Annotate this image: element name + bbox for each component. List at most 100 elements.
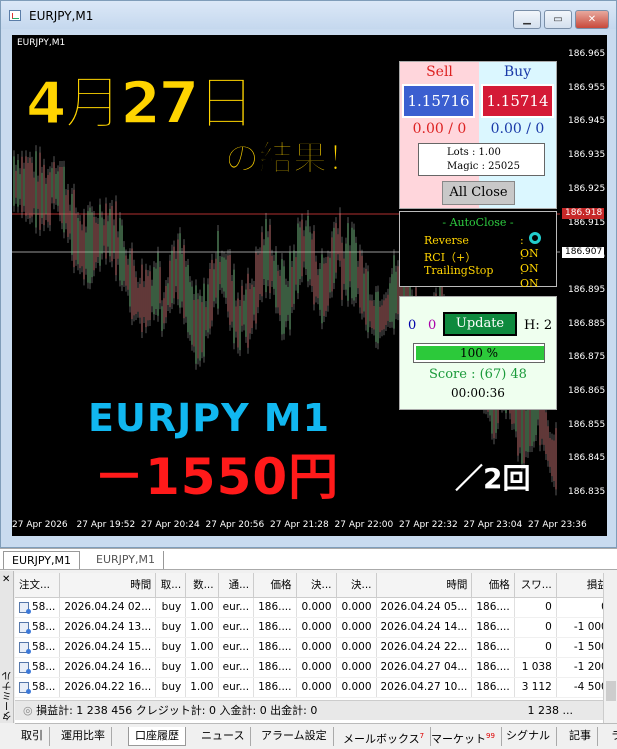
terminal-tab[interactable]: 記事 bbox=[563, 727, 598, 746]
terminal-tab[interactable]: ライ bbox=[605, 727, 617, 746]
score-text: Score : (67) 48 bbox=[429, 367, 527, 382]
table-cell: eur... bbox=[218, 597, 255, 618]
update-button[interactable]: Update bbox=[443, 312, 517, 336]
autoclose-row-label: Reverse bbox=[424, 234, 469, 247]
terminal-tab[interactable]: マーケット99 bbox=[425, 727, 502, 746]
time-tick-label: 27 Apr 21:28 bbox=[270, 520, 329, 530]
time-tick-label: 27 Apr 2026 bbox=[12, 520, 68, 530]
column-header[interactable]: 時間 bbox=[376, 573, 473, 598]
summary-icon: ◎ bbox=[23, 704, 37, 717]
price-tick-label: 186.935 bbox=[568, 150, 606, 161]
terminal-close-icon[interactable]: ✕ bbox=[2, 574, 10, 585]
overlay-pair: EURJPY M1 bbox=[88, 396, 331, 440]
terminal-tab[interactable]: メールボックス7 bbox=[337, 727, 432, 746]
timer-text: 00:00:36 bbox=[451, 386, 505, 400]
table-cell: 0.000 bbox=[296, 657, 337, 678]
table-cell: 3 112 bbox=[514, 677, 557, 698]
summary-text: 損益計: 1 238 456 クレジット計: 0 入金計: 0 出金計: 0 bbox=[36, 704, 318, 717]
overlay-count: ／2回 bbox=[455, 462, 531, 495]
ask-price-tag: 186.907 bbox=[562, 247, 604, 258]
sell-label: Sell bbox=[426, 64, 453, 80]
order-doc-icon bbox=[19, 601, 31, 614]
terminal-tab[interactable]: 口座履歴 bbox=[128, 727, 186, 746]
chart-tab-1[interactable]: EURJPY,M1 bbox=[3, 551, 80, 569]
price-tick-label: 186.895 bbox=[568, 284, 606, 295]
table-cell: buy bbox=[155, 597, 187, 618]
price-tick-label: 186.965 bbox=[568, 49, 606, 59]
scrollbar-thumb[interactable] bbox=[606, 681, 616, 701]
table-cell: -1 000 bbox=[556, 617, 603, 638]
history-table: 注文... 時間 取... 数... 通... 価格 決... 決... 時間 価格 スワ... 損益… bbox=[15, 573, 603, 698]
table-cell: 1.00 bbox=[185, 617, 219, 638]
terminal-tab[interactable]: 運用比率 bbox=[55, 727, 112, 746]
autoclose-row-reverse: Reverse : ON bbox=[424, 234, 539, 260]
table-body: 58... 2026.04.24 02... buy 1.00 eur... 186...… bbox=[15, 597, 603, 698]
autoclose-status-ring-icon[interactable] bbox=[529, 232, 541, 244]
autoclose-title: - AutoClose - bbox=[442, 216, 514, 229]
overlay-result: の結果！ bbox=[225, 139, 362, 180]
sell-button[interactable]: 1.15716 bbox=[402, 84, 475, 118]
summary-total: 1 238 ... bbox=[527, 704, 573, 717]
table-cell: 1 038 bbox=[514, 657, 557, 678]
price-tick-label: 186.945 bbox=[568, 116, 606, 127]
table-cell: 186.... bbox=[471, 597, 515, 618]
table-row[interactable]: 58... 2026.04.24 16... buy 1.00 eur... 186...… bbox=[15, 657, 603, 678]
buy-position: 0.00 / 0 bbox=[490, 121, 545, 137]
terminal-tab-label: 取引 bbox=[21, 729, 43, 742]
all-close-button[interactable]: All Close bbox=[442, 181, 515, 205]
table-cell: 0 bbox=[514, 637, 557, 658]
chart-window-icon bbox=[9, 10, 21, 21]
time-tick-label: 27 Apr 22:32 bbox=[399, 520, 458, 530]
table-row[interactable]: 58... 2026.04.24 02... buy 1.00 eur... 186...… bbox=[15, 597, 603, 618]
column-header[interactable]: スワ... bbox=[514, 573, 557, 598]
order-doc-icon bbox=[19, 621, 31, 634]
table-cell: 1.00 bbox=[185, 597, 219, 618]
window-titlebar[interactable]: EURJPY,M1 ▁ ▭ ✕ bbox=[1, 1, 616, 29]
table-cell: 2026.04.24 14... bbox=[376, 617, 473, 638]
table-row[interactable]: 58... 2026.04.24 13... buy 1.00 eur... 186...… bbox=[15, 617, 603, 638]
column-header[interactable]: 価格 bbox=[471, 573, 515, 598]
chart-symbol-label: EURJPY,M1 bbox=[17, 38, 66, 48]
terminal-panel: ✕ ターミナル 注文... 時間 取... 数... 通... 価格 決... 決... 時間価… bbox=[0, 571, 617, 748]
table-cell: 0.000 bbox=[296, 597, 337, 618]
table-cell: 58... bbox=[15, 637, 61, 658]
column-header[interactable]: 数... bbox=[185, 573, 219, 598]
column-header[interactable]: 注文... bbox=[15, 573, 61, 598]
maximize-button[interactable]: ▭ bbox=[544, 10, 572, 29]
column-header[interactable]: 時間 bbox=[59, 573, 157, 598]
table-cell: 0 bbox=[514, 597, 557, 618]
minimize-button[interactable]: ▁ bbox=[513, 10, 541, 29]
terminal-tab[interactable]: 取引 bbox=[15, 727, 50, 746]
table-cell: 2026.04.24 15... bbox=[59, 637, 157, 658]
table-cell: 58... bbox=[15, 657, 61, 678]
column-header[interactable]: 損益 bbox=[556, 573, 603, 598]
column-header[interactable]: 価格 bbox=[253, 573, 297, 598]
order-doc-icon bbox=[19, 661, 31, 674]
time-tick-label: 27 Apr 19:52 bbox=[76, 520, 136, 530]
close-button[interactable]: ✕ bbox=[575, 10, 609, 29]
terminal-tab[interactable]: アラーム設定 bbox=[255, 727, 334, 746]
update-panel: 0 0 Update H: 2 100 % Score : (67) 48 00… bbox=[399, 296, 557, 410]
column-header[interactable]: 通... bbox=[218, 573, 255, 598]
table-cell: buy bbox=[155, 637, 187, 658]
table-cell: 0.000 bbox=[336, 657, 377, 678]
table-row[interactable]: 58... 2026.04.22 16... buy 1.00 eur... 186...… bbox=[15, 677, 603, 698]
vertical-scrollbar[interactable] bbox=[603, 573, 617, 723]
terminal-tab-label: アラーム設定 bbox=[261, 729, 327, 742]
chart-tab-2[interactable]: EURJPY,M1 bbox=[88, 551, 164, 569]
terminal-tab[interactable]: ニュース bbox=[195, 727, 252, 746]
overlay-date: 4月27日 bbox=[25, 68, 256, 138]
column-header[interactable]: 決... bbox=[296, 573, 337, 598]
table-cell: buy bbox=[155, 677, 187, 698]
buy-button[interactable]: 1.15714 bbox=[481, 84, 554, 118]
column-header[interactable]: 取... bbox=[155, 573, 187, 598]
table-cell: 186.... bbox=[471, 657, 515, 678]
table-cell: 0.000 bbox=[336, 597, 377, 618]
time-tick-label: 27 Apr 23:04 bbox=[463, 520, 523, 530]
table-row[interactable]: 58... 2026.04.24 15... buy 1.00 eur... 186...… bbox=[15, 637, 603, 658]
price-tick-label: 186.855 bbox=[568, 419, 606, 430]
column-header[interactable]: 決... bbox=[336, 573, 377, 598]
table-cell: 2026.04.24 22... bbox=[376, 637, 473, 658]
lots-value: Lots : 1.00 bbox=[447, 147, 501, 158]
terminal-tab[interactable]: シグナル bbox=[500, 727, 557, 746]
